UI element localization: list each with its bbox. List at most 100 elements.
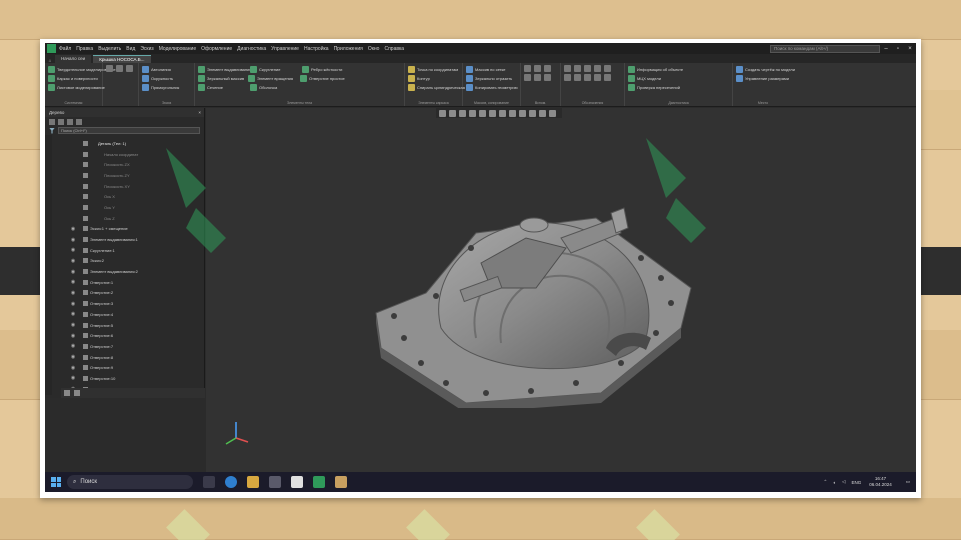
tool-icon[interactable] xyxy=(604,74,611,81)
font-app-icon[interactable] xyxy=(291,476,303,488)
taskbar-search[interactable]: ⌕ Поиск xyxy=(67,475,193,489)
file-explorer-icon[interactable] xyxy=(247,476,259,488)
filter-icon[interactable] xyxy=(509,109,516,117)
menu-select[interactable]: Выделить xyxy=(98,46,121,52)
section-view-icon[interactable] xyxy=(489,109,496,117)
tool-icon[interactable] xyxy=(544,65,551,72)
tree-item[interactable]: ◉ Отверстие:7 xyxy=(63,341,205,352)
ribbon-item[interactable]: Элемент вращения xyxy=(248,74,300,83)
start-menu-icon[interactable] xyxy=(51,477,61,487)
visibility-icon[interactable]: ◉ xyxy=(63,375,83,381)
tree-item[interactable]: ◉ Отверстие:4 xyxy=(63,309,205,320)
orientation-icon[interactable] xyxy=(469,109,476,117)
ribbon-item[interactable]: Точка по координатам xyxy=(408,65,459,74)
tab-home[interactable]: Начало сеи xyxy=(55,55,92,63)
ribbon-item[interactable]: Каркас и поверхности xyxy=(48,74,99,83)
tree-item[interactable]: ◉ Отверстие:5 xyxy=(63,320,205,331)
tree-tool-icon[interactable] xyxy=(58,118,64,125)
ribbon-item[interactable]: Скругление xyxy=(250,65,302,74)
language-indicator[interactable]: ENG xyxy=(851,480,861,485)
menu-sketch[interactable]: Эскиз xyxy=(140,46,153,52)
visibility-icon[interactable]: ◉ xyxy=(63,343,83,349)
tool-icon[interactable] xyxy=(524,65,531,72)
maximize-icon[interactable]: ▫ xyxy=(892,46,904,52)
ribbon-item[interactable]: Спираль цилиндрическая xyxy=(408,83,465,92)
ribbon-item[interactable]: Автолиния xyxy=(142,65,191,74)
tool-icon[interactable] xyxy=(584,74,591,81)
visibility-icon[interactable]: ◉ xyxy=(63,311,83,317)
minimize-icon[interactable]: – xyxy=(880,46,892,52)
volume-icon[interactable]: ◁ xyxy=(842,479,845,485)
store-icon[interactable] xyxy=(269,476,281,488)
menu-window[interactable]: Окно xyxy=(368,46,380,52)
tool-icon[interactable] xyxy=(594,65,601,72)
pump-cover-model[interactable] xyxy=(366,178,706,408)
tree-tool-icon[interactable] xyxy=(76,118,82,125)
menu-help[interactable]: Справка xyxy=(384,46,404,52)
hide-icon[interactable] xyxy=(499,109,506,117)
chevron-up-icon[interactable]: ⌃ xyxy=(823,479,827,485)
visibility-icon[interactable]: ◉ xyxy=(63,333,83,339)
close-icon[interactable]: × xyxy=(904,46,916,52)
close-panel-icon[interactable]: × xyxy=(198,108,201,117)
menu-view[interactable]: Вид xyxy=(126,46,135,52)
ribbon-item[interactable]: Твердотельное моделирование xyxy=(48,65,116,74)
tool-icon[interactable] xyxy=(106,65,113,72)
rotate-icon[interactable] xyxy=(459,109,466,117)
visibility-icon[interactable]: ◉ xyxy=(63,322,83,328)
edge-browser-icon[interactable] xyxy=(225,476,237,488)
ribbon-item[interactable]: Контур xyxy=(408,74,459,83)
ribbon-item[interactable]: Информация об объекте xyxy=(628,65,729,74)
tree-search-input[interactable]: Поиск (Ctrl+F) xyxy=(58,127,200,134)
ribbon-item[interactable]: Сечение xyxy=(198,83,250,92)
ribbon-item[interactable]: Окружность xyxy=(142,74,191,83)
visibility-icon[interactable]: ◉ xyxy=(63,301,83,307)
kompas-app-icon[interactable] xyxy=(313,476,325,488)
tree-item[interactable]: ◉ Отверстие:1 xyxy=(63,277,205,288)
ribbon-item[interactable]: Листовое моделирование xyxy=(48,83,105,92)
visibility-icon[interactable]: ◉ xyxy=(63,247,83,253)
visibility-icon[interactable]: ◉ xyxy=(63,258,83,264)
tree-item[interactable]: ◉ Отверстие:6 xyxy=(63,330,205,341)
command-search-input[interactable]: Поиск по командам (Alt+/) xyxy=(770,44,880,53)
tool-icon[interactable] xyxy=(574,65,581,72)
ribbon-item[interactable]: Создать чертёж по модели xyxy=(736,65,795,74)
tool-icon[interactable] xyxy=(534,74,541,81)
zoom-icon[interactable] xyxy=(439,109,446,117)
pan-icon[interactable] xyxy=(449,109,456,117)
filter-icon[interactable] xyxy=(49,127,55,134)
tool-icon[interactable] xyxy=(544,74,551,81)
visibility-icon[interactable]: ◉ xyxy=(63,269,83,275)
ribbon-item[interactable]: Ребро жёсткости xyxy=(302,65,354,74)
menu-diagnostics[interactable]: Диагностика xyxy=(237,46,266,52)
list-view-icon[interactable] xyxy=(74,390,80,396)
menu-modeling[interactable]: Моделирование xyxy=(159,46,196,52)
tree-item[interactable]: ◉ Отверстие:3 xyxy=(63,298,205,309)
visibility-icon[interactable]: ◉ xyxy=(63,365,83,371)
tree-view-icon[interactable] xyxy=(64,390,70,396)
ribbon-item[interactable]: Копировать геометрию xyxy=(466,83,518,92)
ribbon-item[interactable]: Прямоугольник xyxy=(142,83,191,92)
tool-icon[interactable] xyxy=(594,74,601,81)
menu-design[interactable]: Оформление xyxy=(201,46,232,52)
menu-edit[interactable]: Правка xyxy=(76,46,93,52)
tree-item[interactable]: ◉ Элемент выдавливания:2 xyxy=(63,266,205,277)
ribbon-item[interactable]: Отверстие простое xyxy=(300,74,352,83)
network-icon[interactable]: ◐ xyxy=(833,480,836,485)
tree-item[interactable]: ◉ Отверстие:8 xyxy=(63,352,205,363)
visibility-icon[interactable]: ◉ xyxy=(63,237,83,243)
clock[interactable]: 16:47 06.04.2024 xyxy=(869,476,892,488)
tree-tool-icon[interactable] xyxy=(67,118,73,125)
notifications-icon[interactable]: ▭ xyxy=(906,479,910,485)
tool-icon[interactable] xyxy=(564,65,571,72)
ribbon-item[interactable]: Зеркальный массив xyxy=(198,74,248,83)
menu-apps[interactable]: Приложения xyxy=(334,46,363,52)
ribbon-item[interactable]: Массив по сетке xyxy=(466,65,517,74)
ribbon-item[interactable]: Элемент выдавливания xyxy=(198,65,252,74)
tool-icon[interactable] xyxy=(604,65,611,72)
ribbon-item[interactable]: МЦХ модели xyxy=(628,74,729,83)
select-icon[interactable] xyxy=(519,109,526,117)
tree-item[interactable]: ◉ Отверстие:2 xyxy=(63,288,205,299)
tool-icon[interactable] xyxy=(574,74,581,81)
settings-icon[interactable] xyxy=(549,109,556,117)
